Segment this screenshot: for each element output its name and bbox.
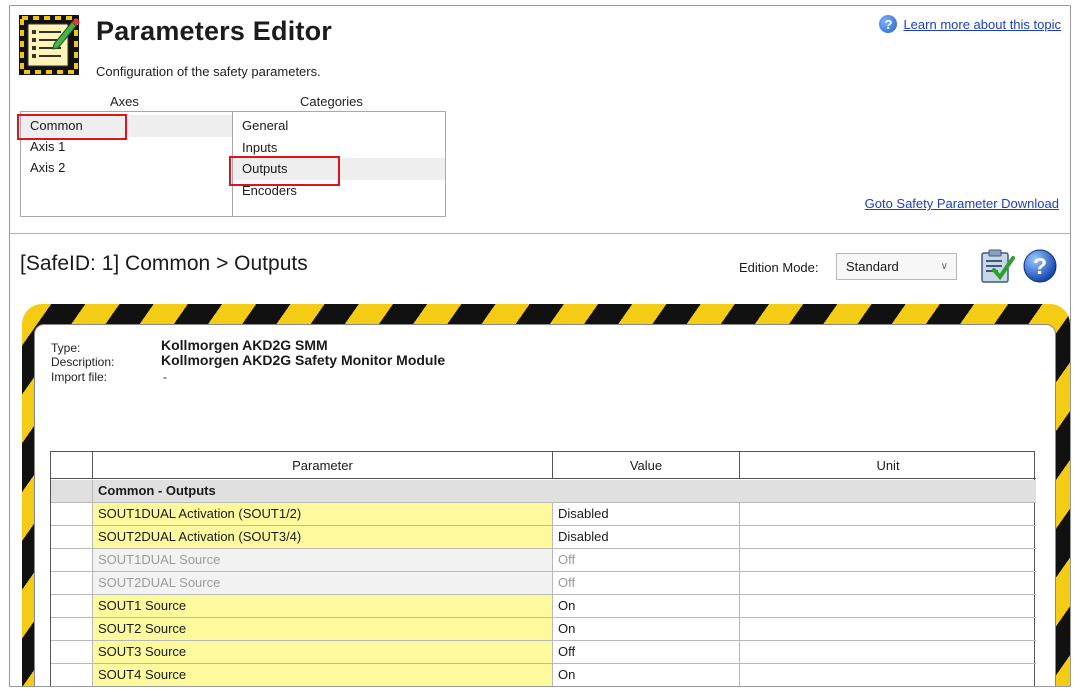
clipboard-check-icon[interactable]	[979, 248, 1015, 284]
unit-cell	[740, 549, 1036, 572]
axes-list[interactable]: Common Axis 1 Axis 2	[20, 111, 233, 217]
grid-header-row: Parameter Value Unit	[51, 452, 1036, 479]
value-cell: Off	[553, 549, 740, 572]
table-row[interactable]: SOUT1 Source On	[51, 595, 1036, 618]
help-link-group: ? Learn more about this topic	[879, 15, 1061, 33]
axes-item-axis-1[interactable]: Axis 1	[21, 136, 232, 158]
parameters-editor-window: Parameters Editor Configuration of the s…	[9, 5, 1071, 687]
parameter-grid: Parameter Value Unit Common - Outputs SO…	[50, 451, 1036, 686]
svg-text:?: ?	[1033, 253, 1047, 279]
unit-cell	[740, 664, 1036, 686]
edition-mode-select[interactable]: Standard ∨	[836, 253, 957, 280]
grid-rowselector	[51, 618, 93, 641]
grid-rowselector	[51, 595, 93, 618]
table-row[interactable]: SOUT2 Source On	[51, 618, 1036, 641]
table-row[interactable]: SOUT2DUAL Activation (SOUT3/4) Disabled	[51, 526, 1036, 549]
learn-more-link[interactable]: Learn more about this topic	[903, 17, 1061, 32]
page-subtitle: Configuration of the safety parameters.	[96, 64, 321, 79]
unit-cell	[740, 618, 1036, 641]
table-row[interactable]: SOUT3 Source Off	[51, 641, 1036, 664]
categories-item-encoders[interactable]: Encoders	[233, 180, 445, 202]
grid-rowselector	[51, 664, 93, 686]
unit-cell	[740, 641, 1036, 664]
chevron-down-icon: ∨	[940, 261, 948, 272]
grid-rowselector	[51, 572, 93, 595]
description-label: Description:	[51, 355, 115, 369]
page-title: Parameters Editor	[96, 16, 332, 46]
import-file-value: -	[163, 370, 167, 384]
parameters-editor-icon	[19, 15, 80, 75]
axes-item-axis-2[interactable]: Axis 2	[21, 157, 232, 179]
description-value: Kollmorgen AKD2G Safety Monitor Module	[161, 352, 446, 368]
value-cell[interactable]: Disabled	[553, 526, 740, 549]
axes-item-common[interactable]: Common	[21, 115, 232, 137]
type-label: Type:	[51, 341, 81, 355]
categories-item-general[interactable]: General	[233, 115, 445, 137]
table-row[interactable]: SOUT4 Source On	[51, 664, 1036, 686]
table-row[interactable]: SOUT1DUAL Activation (SOUT1/2) Disabled	[51, 503, 1036, 526]
parameter-cell: SOUT2 Source	[93, 618, 553, 641]
grid-rowselector	[51, 503, 93, 526]
goto-safety-parameter-download-link[interactable]: Goto Safety Parameter Download	[865, 196, 1059, 211]
grid-header-parameter[interactable]: Parameter	[93, 452, 553, 479]
table-row[interactable]: SOUT2DUAL Source Off	[51, 572, 1036, 595]
unit-cell	[740, 503, 1036, 526]
value-cell[interactable]: Off	[553, 641, 740, 664]
categories-item-inputs[interactable]: Inputs	[233, 137, 445, 159]
value-cell[interactable]: On	[553, 618, 740, 641]
axes-label: Axes	[110, 94, 139, 109]
grid-rowselector	[51, 641, 93, 664]
type-value: Kollmorgen AKD2G SMM	[161, 337, 328, 353]
parameter-cell: SOUT1 Source	[93, 595, 553, 618]
grid-rowselector	[51, 480, 93, 503]
value-cell[interactable]: On	[553, 664, 740, 686]
categories-label: Categories	[300, 94, 363, 109]
unit-cell	[740, 572, 1036, 595]
value-cell[interactable]: On	[553, 595, 740, 618]
table-row[interactable]: SOUT1DUAL Source Off	[51, 549, 1036, 572]
value-cell[interactable]: Disabled	[553, 503, 740, 526]
grid-group-row[interactable]: Common - Outputs	[51, 480, 1036, 503]
import-file-label: Import file:	[51, 370, 108, 384]
grid-rowselector	[51, 526, 93, 549]
parameter-cell: SOUT1DUAL Source	[93, 549, 553, 572]
parameter-cell: SOUT1DUAL Activation (SOUT1/2)	[93, 503, 553, 526]
grid-rowselector	[51, 549, 93, 572]
grid-header-rowselector	[51, 452, 93, 479]
unit-cell	[740, 526, 1036, 549]
parameter-cell: SOUT2DUAL Activation (SOUT3/4)	[93, 526, 553, 549]
categories-list[interactable]: General Inputs Outputs Encoders	[232, 111, 446, 217]
unit-cell	[740, 595, 1036, 618]
help-icon[interactable]: ?	[879, 15, 898, 33]
section-title: [SafeID: 1] Common > Outputs	[20, 252, 308, 275]
grid-header-unit[interactable]: Unit	[740, 452, 1036, 479]
parameter-cell: SOUT3 Source	[93, 641, 553, 664]
categories-item-outputs[interactable]: Outputs	[233, 158, 445, 180]
grid-header-value[interactable]: Value	[553, 452, 740, 479]
help-button-icon[interactable]: ?	[1022, 248, 1058, 284]
edition-mode-label: Edition Mode:	[739, 260, 819, 275]
grid-group-label: Common - Outputs	[93, 480, 1036, 503]
parameter-cell: SOUT4 Source	[93, 664, 553, 686]
section-divider	[10, 233, 1070, 234]
edition-mode-value: Standard	[846, 259, 899, 274]
parameter-cell: SOUT2DUAL Source	[93, 572, 553, 595]
value-cell: Off	[553, 572, 740, 595]
